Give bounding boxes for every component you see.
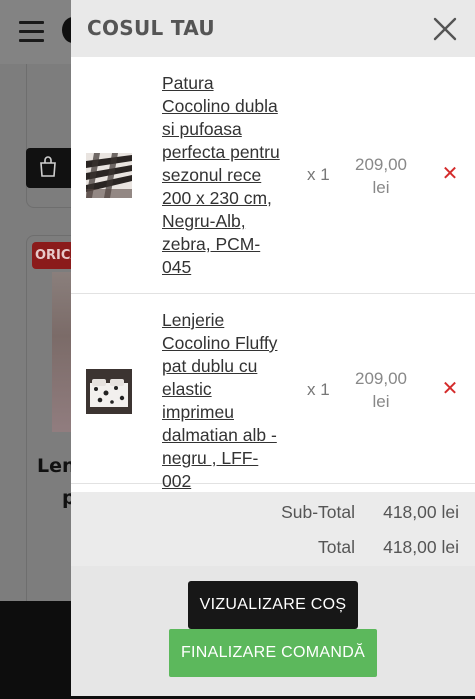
view-cart-button[interactable]: VIZUALIZARE COȘ — [188, 581, 358, 629]
cart-item: Patura Cocolino dubla si pufoasa perfect… — [71, 57, 475, 294]
cart-item-name-link[interactable]: Lenjerie Cocolino Fluffy pat dublu cu el… — [162, 309, 282, 493]
product-thumbnail[interactable] — [86, 369, 132, 414]
remove-x-icon[interactable]: ✕ — [440, 378, 460, 398]
cart-title: COSUL TAU — [87, 16, 215, 40]
cart-totals: Sub-Total 418,00 lei Total 418,00 lei — [71, 492, 475, 566]
cart-actions: VIZUALIZARE COȘ FINALIZARE COMANDĂ — [71, 566, 475, 696]
hamburger-menu-icon[interactable] — [19, 21, 44, 42]
cart-item: Lenjerie Cocolino Fluffy pat dublu cu el… — [71, 294, 475, 491]
total-value: 418,00 lei — [383, 537, 459, 557]
cart-drawer: COSUL TAU Patura Cocolino dubla si pufoa… — [71, 0, 475, 696]
checkout-button[interactable]: FINALIZARE COMANDĂ — [169, 629, 377, 677]
cart-item-price: 209,00 lei — [355, 369, 407, 411]
add-to-cart-button[interactable] — [26, 148, 72, 188]
remove-x-icon[interactable]: ✕ — [440, 163, 460, 183]
cart-header: COSUL TAU — [71, 0, 475, 57]
subtotal-value: 418,00 lei — [383, 502, 459, 522]
cart-item-quantity: x 1 — [307, 165, 330, 184]
cart-item-price: 209,00 lei — [355, 155, 407, 197]
close-icon[interactable] — [433, 17, 457, 41]
cart-item-name-link[interactable]: Patura Cocolino dubla si pufoasa perfect… — [162, 72, 282, 279]
shopping-bag-icon — [40, 156, 56, 177]
cart-item-quantity: x 1 — [307, 380, 330, 399]
subtotal-label: Sub-Total — [281, 502, 355, 522]
product-thumbnail[interactable] — [86, 153, 132, 198]
total-label: Total — [318, 537, 355, 557]
